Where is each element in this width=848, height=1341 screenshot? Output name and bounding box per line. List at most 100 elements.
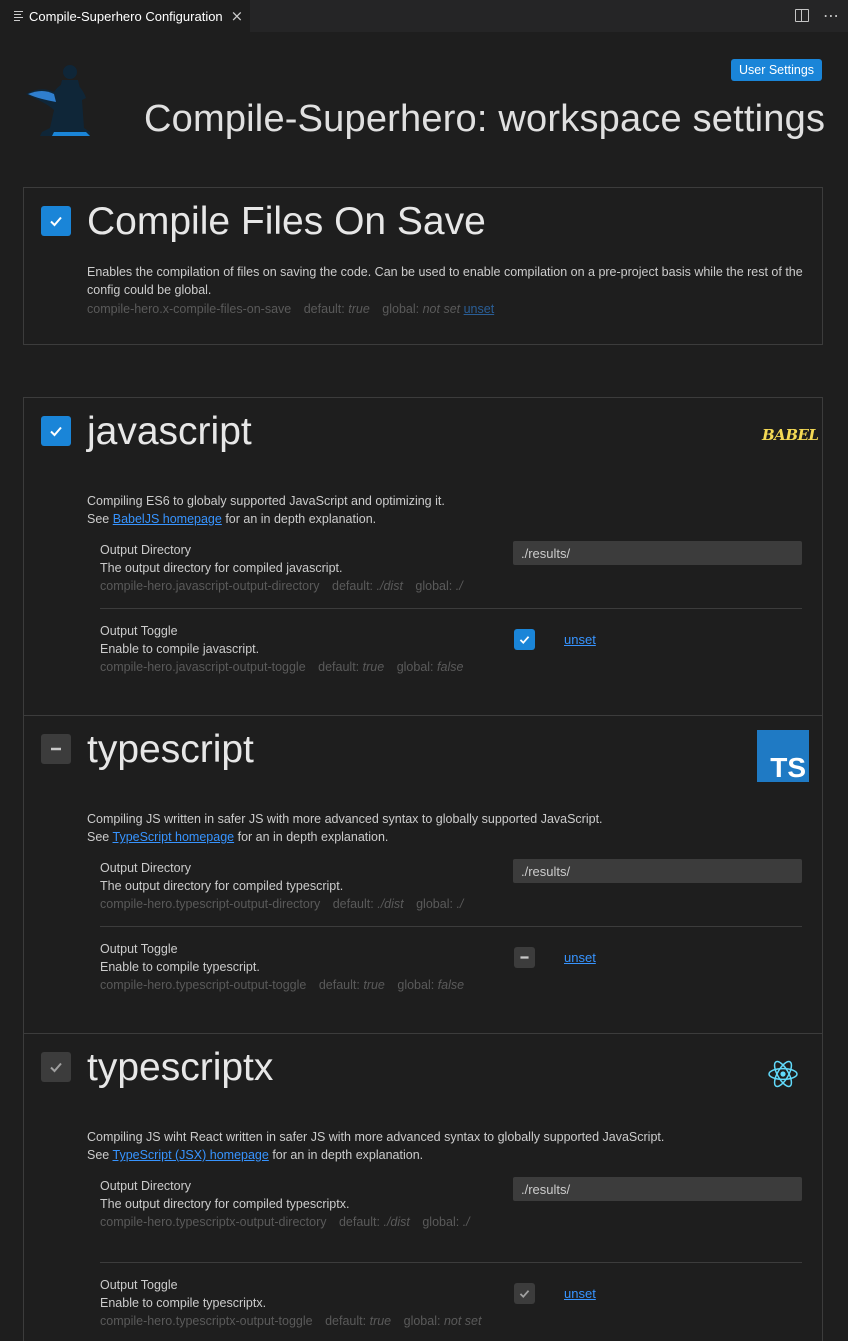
see-line: See BabelJS homepage for an in depth exp…	[87, 510, 807, 528]
more-actions-icon[interactable]: ⋯	[823, 6, 839, 25]
see-text: See	[87, 512, 110, 526]
setting-meta: compile-hero.x-compile-files-on-save def…	[87, 300, 807, 318]
section-title: typescript	[87, 728, 254, 771]
description-text: Compiling JS written in safer JS with mo…	[87, 812, 603, 826]
row-divider	[100, 1262, 802, 1263]
typescript-output-directory-input[interactable]	[513, 859, 802, 883]
global-label: global:	[415, 579, 453, 593]
default-value: true	[363, 978, 385, 992]
close-icon[interactable]: ×	[231, 8, 244, 24]
default-label: default:	[318, 978, 360, 992]
setting-name: Output Directory	[100, 1179, 192, 1193]
setting-meta: compile-hero.typescriptx-output-toggle d…	[100, 1312, 490, 1330]
unset-link[interactable]: unset	[564, 632, 596, 647]
tab-label: Compile-Superhero Configuration	[29, 8, 223, 24]
section-description: Compiling ES6 to globaly supported JavaS…	[87, 492, 807, 528]
setting-description: Enable to compile typescript.	[100, 960, 260, 974]
typescript-output-toggle-checkbox[interactable]	[514, 947, 535, 968]
setting-meta: compile-hero.javascript-output-toggle de…	[100, 658, 463, 676]
typescriptx-checkbox[interactable]	[41, 1052, 71, 1082]
setting-description: The output directory for compiled typesc…	[100, 879, 344, 893]
babeljs-homepage-link[interactable]: BabelJS homepage	[113, 512, 222, 526]
row-divider	[100, 926, 802, 927]
setting-meta: compile-hero.typescript-output-toggle de…	[100, 976, 464, 994]
default-value: true	[348, 302, 370, 316]
global-value: ./	[455, 579, 463, 593]
description-text: Compiling ES6 to globaly supported JavaS…	[87, 494, 445, 508]
javascript-section: javascript BABEL Compiling ES6 to global…	[24, 398, 822, 716]
setting-key: compile-hero.javascript-output-toggle	[100, 660, 306, 674]
check-icon	[519, 636, 530, 645]
setting-description: Enable to compile typescriptx.	[100, 1296, 267, 1310]
see-suffix: for an in depth explanation.	[237, 830, 389, 844]
setting-description: The output directory for compiled javasc…	[100, 561, 343, 575]
typescriptx-output-directory-input[interactable]	[513, 1177, 802, 1201]
typescript-checkbox[interactable]	[41, 734, 71, 764]
global-value: not set	[422, 302, 461, 316]
setting-name: Output Toggle	[100, 624, 178, 638]
section-description: Compiling JS wiht React written in safer…	[87, 1128, 807, 1164]
default-label: default:	[332, 897, 374, 911]
global-label: global:	[396, 660, 434, 674]
unset-link[interactable]: unset	[564, 1286, 596, 1301]
javascript-checkbox[interactable]	[41, 416, 71, 446]
default-value: ./dist	[377, 897, 404, 911]
setting-name: Output Toggle	[100, 942, 178, 956]
check-icon	[50, 216, 62, 227]
default-value: true	[362, 660, 385, 674]
default-value: true	[369, 1314, 392, 1328]
global-value: ./	[462, 1215, 470, 1229]
global-label: global:	[403, 1314, 441, 1328]
setting-key: compile-hero.typescript-output-directory	[100, 897, 321, 911]
default-label: default:	[338, 1215, 380, 1229]
setting-meta: compile-hero.javascript-output-directory…	[100, 577, 463, 595]
setting-key: compile-hero.x-compile-files-on-save	[87, 302, 292, 316]
see-line: See TypeScript (JSX) homepage for an in …	[87, 1146, 807, 1164]
see-text: See	[87, 830, 110, 844]
user-settings-button[interactable]: User Settings	[731, 59, 822, 81]
typescriptx-output-toggle-checkbox[interactable]	[514, 1283, 535, 1304]
check-icon	[519, 1290, 530, 1299]
preview-icon	[14, 11, 24, 21]
default-label: default:	[325, 1314, 367, 1328]
typescript-jsx-homepage-link[interactable]: TypeScript (JSX) homepage	[113, 1148, 269, 1162]
unset-link[interactable]: unset	[464, 302, 495, 316]
default-value: ./dist	[376, 579, 403, 593]
see-line: See TypeScript homepage for an in depth …	[87, 828, 807, 846]
setting-description: Enable to compile javascript.	[100, 642, 260, 656]
global-label: global:	[397, 978, 435, 992]
section-description: Compiling JS written in safer JS with mo…	[87, 810, 807, 846]
default-label: default:	[332, 579, 374, 593]
setting-name: Output Toggle	[100, 1278, 178, 1292]
compile-on-save-checkbox[interactable]	[41, 206, 71, 236]
split-editor-icon[interactable]	[795, 9, 809, 22]
default-label: default:	[303, 302, 345, 316]
global-label: global:	[416, 897, 453, 911]
babel-logo: BABEL	[762, 426, 819, 444]
row-divider	[100, 608, 802, 609]
minus-icon	[520, 956, 529, 959]
tab-compile-superhero-configuration[interactable]: Compile-Superhero Configuration ×	[0, 0, 250, 32]
setting-key: compile-hero.typescriptx-output-toggle	[100, 1314, 313, 1328]
setting-name: Output Directory	[100, 543, 192, 557]
global-value: false	[437, 660, 464, 674]
section-title: javascript	[87, 410, 252, 453]
check-icon	[50, 1062, 62, 1073]
typescript-homepage-link[interactable]: TypeScript homepage	[113, 830, 235, 844]
see-suffix: for an in depth explanation.	[225, 512, 377, 526]
setting-description: The output directory for compiled typesc…	[100, 1197, 350, 1211]
see-suffix: for an in depth explanation.	[272, 1148, 424, 1162]
check-icon	[50, 426, 62, 437]
setting-key: compile-hero.typescript-output-toggle	[100, 978, 307, 992]
unset-link[interactable]: unset	[564, 950, 596, 965]
minus-icon	[51, 747, 61, 751]
javascript-output-toggle-checkbox[interactable]	[514, 629, 535, 650]
javascript-output-directory-input[interactable]	[513, 541, 802, 565]
description-text: Compiling JS wiht React written in safer…	[87, 1130, 665, 1144]
default-value: ./dist	[383, 1215, 410, 1229]
react-icon	[768, 1060, 798, 1088]
global-value: false	[437, 978, 465, 992]
typescript-logo: TS	[757, 730, 809, 782]
global-label: global:	[382, 302, 420, 316]
global-value: not set	[443, 1314, 482, 1328]
